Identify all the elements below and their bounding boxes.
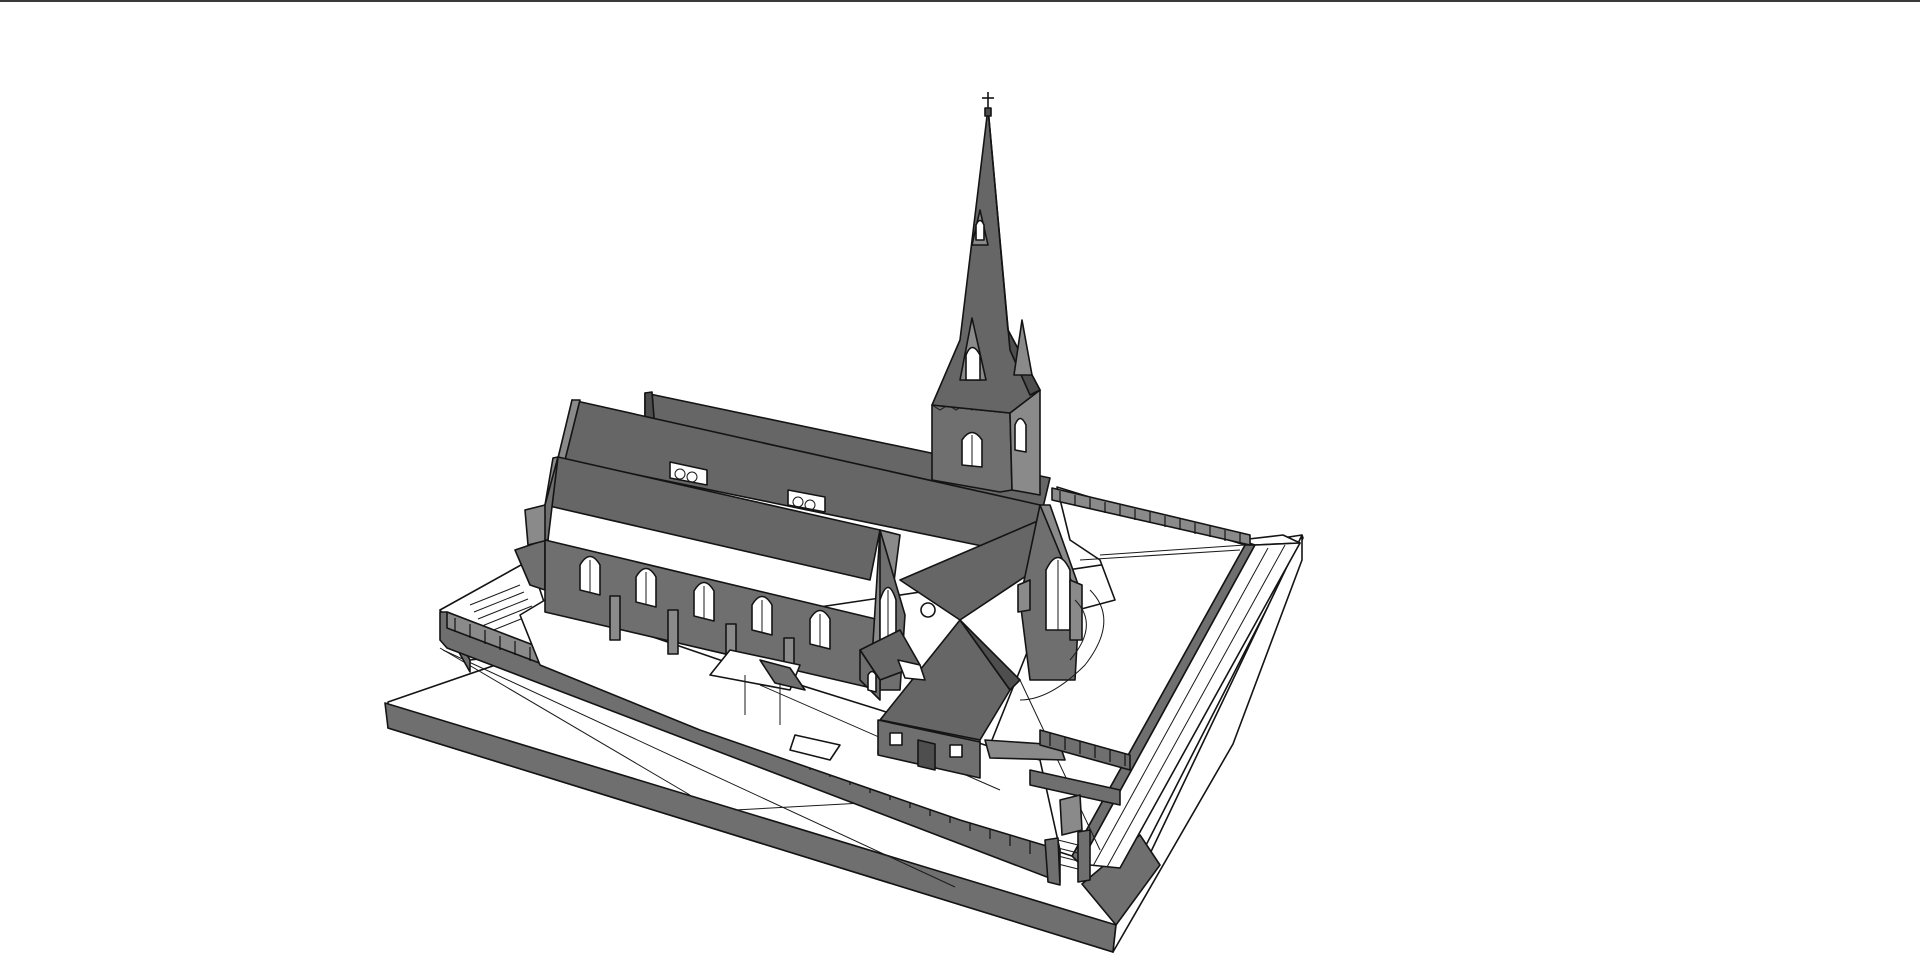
bell-tower	[931, 92, 1041, 496]
model-viewport[interactable]	[0, 0, 1920, 979]
church-model-scene[interactable]	[0, 0, 1920, 979]
